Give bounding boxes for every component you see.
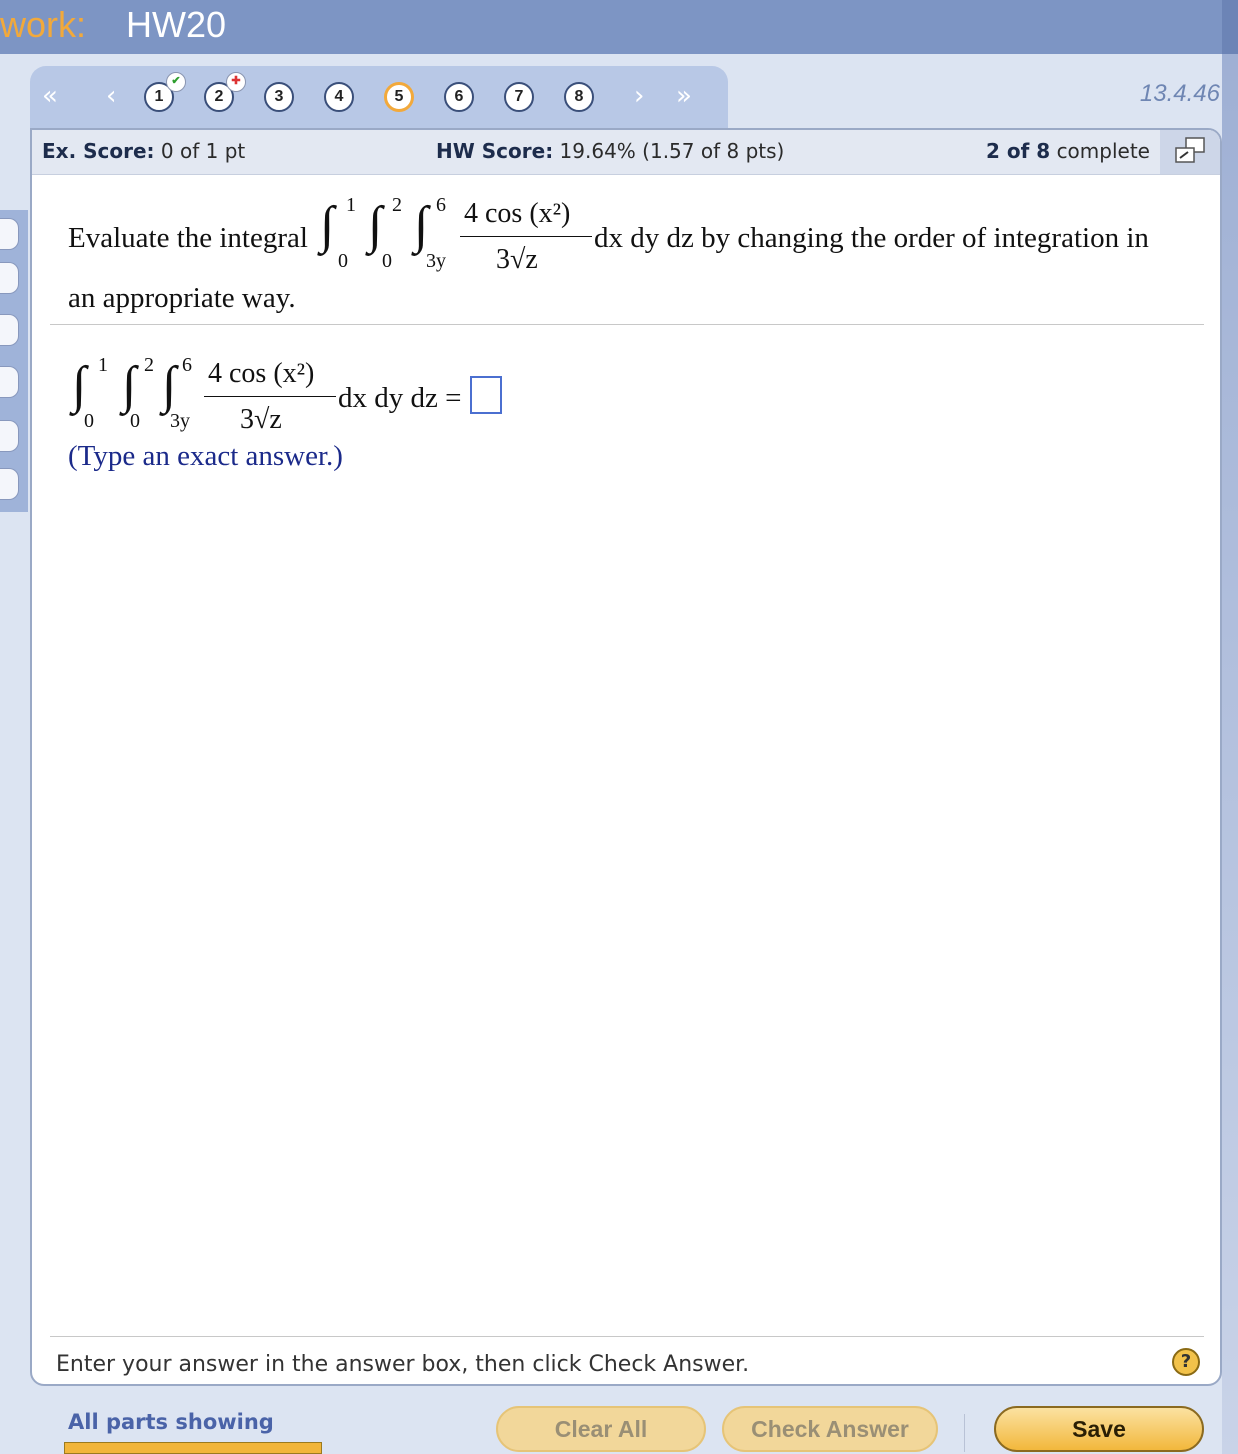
integral-2-upper: 2 (392, 194, 402, 216)
question-nav: « ‹ 1 ✔ 2 ✚ 3 4 5 6 7 8 › » (30, 66, 728, 128)
question-button-7[interactable]: 7 (504, 82, 534, 112)
integral-1-upper: 1 (346, 194, 356, 216)
next-question-icon[interactable]: › (634, 81, 644, 111)
partial-credit-icon: ✚ (226, 72, 246, 92)
answer-integral-1-upper: 1 (98, 354, 108, 376)
instruction-text: Enter your answer in the answer box, the… (56, 1352, 750, 1377)
question-button-label: 3 (274, 88, 284, 105)
instruction-divider (50, 1336, 1204, 1337)
tool-button-3[interactable] (0, 314, 19, 346)
answer-integral-3-lower: 3y (170, 410, 190, 432)
question-button-6[interactable]: 6 (444, 82, 474, 112)
question-prefix: Evaluate the integral (68, 222, 308, 254)
tool-button-4[interactable] (0, 366, 19, 398)
answer-integral-2-upper: 2 (144, 354, 154, 376)
question-button-label: 2 (214, 88, 224, 105)
correct-check-icon: ✔ (166, 72, 186, 92)
homework-score: HW Score: 19.64% (1.57 of 8 pts) (436, 139, 785, 163)
answer-fraction-bar (204, 396, 336, 397)
score-bar: Ex. Score: 0 of 1 pt HW Score: 19.64% (1… (32, 130, 1220, 175)
tool-strip (0, 210, 28, 512)
question-button-label: 1 (154, 88, 164, 105)
parts-progress-bar (64, 1442, 322, 1454)
question-suffix: dx dy dz by changing the order of integr… (594, 222, 1149, 254)
question-id: 13.4.46 (1139, 80, 1220, 107)
question-button-4[interactable]: 4 (324, 82, 354, 112)
integrand-numerator: 4 cos (x²) (464, 198, 571, 229)
prev-question-icon[interactable]: ‹ (106, 81, 116, 111)
clear-all-button[interactable]: Clear All (496, 1406, 706, 1452)
window-edge-top (1222, 0, 1238, 54)
integral-sign: ∫ (320, 197, 335, 254)
answer-integrand-denominator: 3√z (240, 404, 282, 435)
title-prefix: work: (0, 4, 87, 45)
integral-sign: ∫ (414, 197, 429, 254)
answer-suffix: dx dy dz = (338, 382, 462, 414)
expand-icon (1175, 137, 1205, 163)
expand-window-button[interactable] (1160, 130, 1220, 174)
question-button-label: 8 (574, 88, 584, 105)
question-button-label: 5 (394, 88, 404, 105)
button-separator (964, 1414, 965, 1452)
integral-sign: ∫ (162, 357, 177, 414)
answer-integral-3-upper: 6 (182, 354, 192, 376)
tool-button-2[interactable] (0, 262, 19, 294)
question-line-2: an appropriate way. (68, 282, 296, 314)
question-button-8[interactable]: 8 (564, 82, 594, 112)
last-question-icon[interactable]: » (676, 81, 692, 111)
assignment-title: HW20 (126, 4, 227, 45)
help-icon[interactable]: ? (1172, 1348, 1200, 1376)
window-edge (1222, 54, 1238, 1454)
first-question-icon[interactable]: « (42, 81, 58, 111)
integrand-denominator: 3√z (496, 244, 538, 275)
integral-sign: ∫ (122, 357, 137, 414)
question-divider (50, 324, 1204, 325)
answer-integral-1-lower: 0 (84, 410, 94, 432)
title-bar: work: HW20 (0, 0, 1238, 54)
save-button[interactable]: Save (994, 1406, 1204, 1452)
question-button-label: 4 (334, 88, 344, 105)
tool-button-1[interactable] (0, 218, 19, 250)
completion-status: 2 of 8 complete (986, 139, 1150, 163)
question-button-label: 7 (514, 88, 524, 105)
fraction-bar (460, 236, 592, 237)
integral-1-lower: 0 (338, 250, 348, 272)
answer-hint: (Type an exact answer.) (68, 440, 343, 472)
all-parts-showing-link[interactable]: All parts showing (68, 1410, 274, 1434)
answer-integral-2-lower: 0 (130, 410, 140, 432)
integral-sign: ∫ (368, 197, 383, 254)
question-button-label: 6 (454, 88, 464, 105)
integral-2-lower: 0 (382, 250, 392, 272)
question-button-3[interactable]: 3 (264, 82, 294, 112)
question-panel: Ex. Score: 0 of 1 pt HW Score: 19.64% (1… (30, 128, 1222, 1386)
question-button-5[interactable]: 5 (384, 82, 414, 112)
integral-sign: ∫ (72, 357, 87, 414)
integral-3-upper: 6 (436, 194, 446, 216)
tool-button-6[interactable] (0, 468, 19, 500)
question-button-2[interactable]: 2 ✚ (204, 72, 246, 112)
tool-button-5[interactable] (0, 420, 19, 452)
answer-input[interactable] (470, 376, 502, 414)
integral-3-lower: 3y (426, 250, 446, 272)
check-answer-button[interactable]: Check Answer (722, 1406, 938, 1452)
question-button-1[interactable]: 1 ✔ (144, 72, 186, 112)
exercise-score: Ex. Score: 0 of 1 pt (42, 139, 246, 163)
answer-integrand-numerator: 4 cos (x²) (208, 358, 315, 389)
